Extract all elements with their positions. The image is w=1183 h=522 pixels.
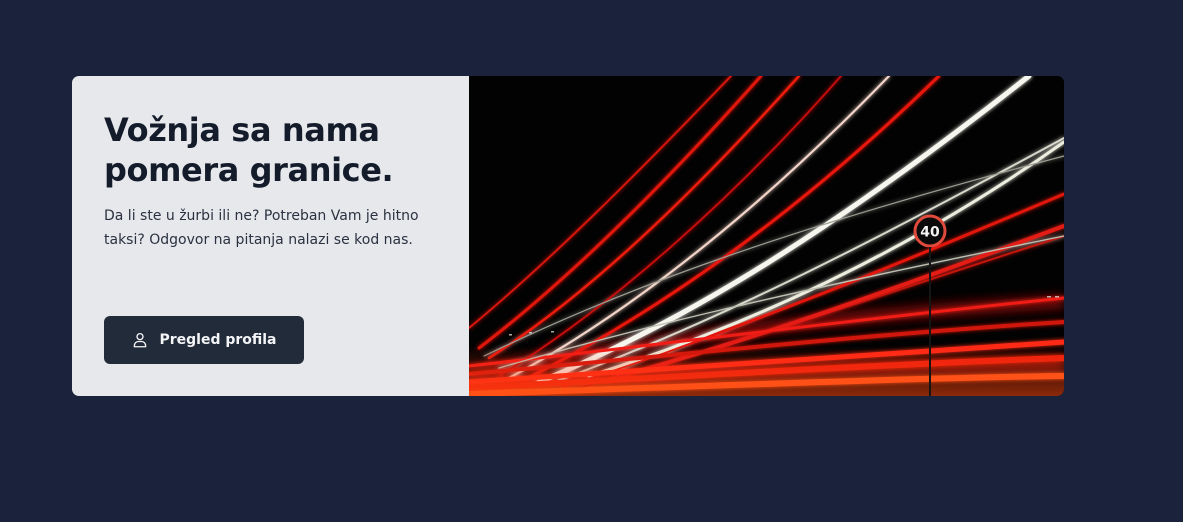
hero-text-panel: Vožnja sa nama pomera granice. Da li ste…: [72, 76, 469, 396]
user-icon: [131, 331, 149, 349]
hero-card: Vožnja sa nama pomera granice. Da li ste…: [72, 76, 1064, 396]
profile-overview-button[interactable]: Pregled profila: [104, 316, 304, 364]
hero-title: Vožnja sa nama pomera granice.: [104, 111, 394, 189]
hero-description: Da li ste u žurbi ili ne? Potreban Vam j…: [104, 208, 419, 248]
profile-overview-button-label: Pregled profila: [159, 332, 277, 348]
speed-limit-text: 40: [920, 225, 940, 241]
hero-image-light-trails: 40: [469, 76, 1064, 396]
